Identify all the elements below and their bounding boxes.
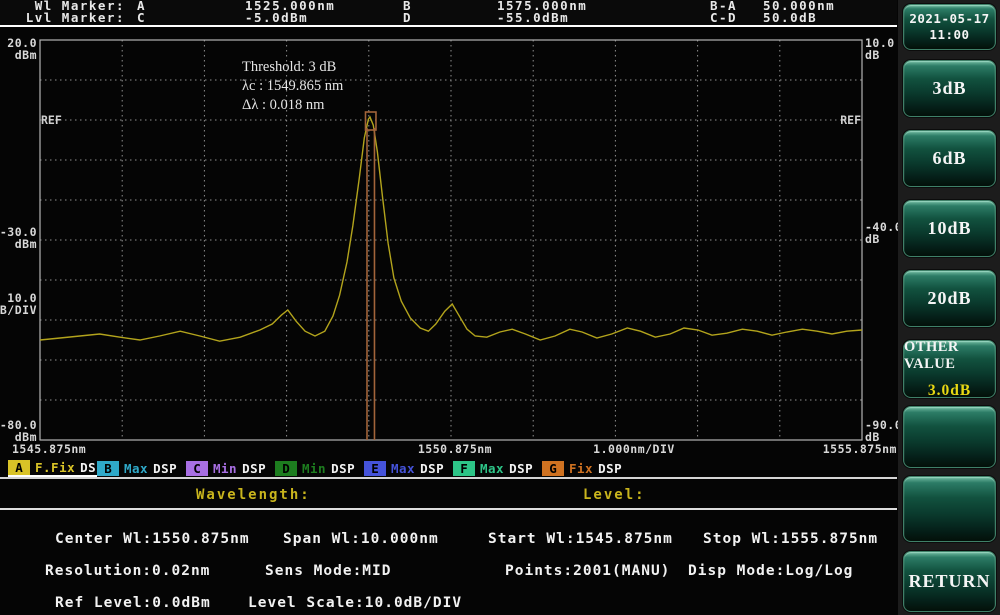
lvl-marker-label: Lvl Marker: [0,12,137,24]
trace-a-swatch: A [8,460,30,475]
yaxis-right-top-unit: dB [865,48,880,62]
softkey-6db[interactable]: 6dB [903,130,996,187]
trace-f-mode: Max [480,461,504,476]
marker-c-key: C [137,12,245,24]
legend-separator [0,477,897,479]
annotation-delta-lambda: Δλ : 0.018 nm [242,97,325,113]
softkey-10db[interactable]: 10dB [903,200,996,257]
marker-d-value: -55.0dBm [497,12,710,24]
wavelength-section-label: Wavelength: [196,487,311,503]
trace-g-dsp: DSP [598,461,622,476]
softkey-return[interactable]: RETURN [903,551,996,612]
trace-d-dsp: DSP [331,461,355,476]
trace-a-selector[interactable]: A F.Fix DSP [8,459,97,477]
trace-c-mode: Min [213,461,237,476]
trace-f-swatch: F [453,461,475,476]
level-section-label: Level: [583,487,646,503]
lvl-marker-row: Lvl Marker: C -5.0dBm D -55.0dBm C-D 50.… [0,12,897,24]
marker-cd-value: 50.0dB [763,12,897,24]
trace-g-swatch: G [542,461,564,476]
trace-c-swatch: C [186,461,208,476]
trace-a-mode: F.Fix [35,460,75,475]
softkey-20db[interactable]: 20dB [903,270,996,327]
marker-cd-key: C-D [710,12,763,24]
trace-d-mode: Min [302,461,326,476]
trace-d-selector[interactable]: D Min DSP [275,459,364,477]
time-text: 11:00 [929,27,969,43]
disp-mode-readout: Disp Mode:Log/Log [688,563,853,579]
start-wl-readout: Start Wl:1545.875nm [488,531,673,547]
trace-c-dsp: DSP [242,461,266,476]
annotation-threshold: Threshold: 3 dB [242,59,336,75]
date-text: 2021-05-17 [909,11,989,27]
softkey-blank-1[interactable] [903,406,996,468]
spectrum-plot: 20.0 dBm -30.0 dBm 10.0 dB/DIV -80.0 dBm… [0,30,900,458]
softkey-sidebar: 2021-05-17 11:00 3dB 6dB 10dB 20dB OTHER… [898,0,1000,615]
marker-a-key: A [137,0,245,12]
marker-readout-bar: Wl Marker: A 1525.000nm B 1575.000nm B-A… [0,0,897,25]
marker-d-key: D [403,12,497,24]
ref-level-readout: Ref Level:0.0dBm [55,595,211,611]
trace-e-swatch: E [364,461,386,476]
xaxis-stop: 1555.875nm [823,442,897,456]
resolution-readout: Resolution:0.02nm [45,563,210,579]
yaxis-left-mid-unit: dBm [15,237,37,251]
trace-g-selector[interactable]: G Fix DSP [542,459,631,477]
trace-g-mode: Fix [569,461,593,476]
trace-e-mode: Max [391,461,415,476]
xaxis-start: 1545.875nm [12,442,86,456]
ref-label-right: REF [840,113,861,127]
trace-b-selector[interactable]: B Max DSP [97,459,186,477]
xaxis-scale: 1.000nm/DIV [593,442,675,456]
level-scale-readout: Level Scale:10.0dB/DIV [248,595,462,611]
yaxis-left-top-unit: dBm [15,48,37,62]
trace-b-mode: Max [124,461,148,476]
annotation-lambda-c: λc : 1549.865 nm [242,78,344,94]
yaxis-left-scale-unit: dB/DIV [0,303,37,317]
spectrum-plot-svg: 20.0 dBm -30.0 dBm 10.0 dB/DIV -80.0 dBm… [0,30,900,458]
trace-b-dsp: DSP [153,461,177,476]
ref-label-left: REF [41,113,62,127]
trace-c-selector[interactable]: C Min DSP [186,459,275,477]
span-wl-readout: Span Wl:10.000nm [283,531,439,547]
softkey-other-value[interactable]: OTHER VALUE 3.0dB [903,340,996,398]
center-wl-readout: Center Wl:1550.875nm [55,531,250,547]
stop-wl-readout: Stop Wl:1555.875nm [703,531,878,547]
trace-f-selector[interactable]: F Max DSP [453,459,542,477]
peak-marker-lines [365,112,375,440]
trace-b-swatch: B [97,461,119,476]
softkey-blank-2[interactable] [903,476,996,542]
softkey-3db[interactable]: 3dB [903,60,996,117]
osa-screen: Wl Marker: A 1525.000nm B 1575.000nm B-A… [0,0,1000,615]
trace-legend: A F.Fix DSP B Max DSP C Min DSP D Min DS… [8,459,631,477]
trace-f-dsp: DSP [509,461,533,476]
trace-e-selector[interactable]: E Max DSP [364,459,453,477]
sens-mode-readout: Sens Mode:MID [265,563,392,579]
yaxis-right-mid-unit: dB [865,232,880,246]
grid-lines [40,40,862,440]
marker-b-key: B [403,0,497,12]
topbar-separator [0,25,897,27]
other-value-label: OTHER VALUE [904,339,995,373]
header-separator [0,508,897,510]
xaxis-center: 1550.875nm [418,442,492,456]
marker-c-value: -5.0dBm [245,12,403,24]
points-readout: Points:2001(MANU) [505,563,670,579]
trace-d-swatch: D [275,461,297,476]
trace-e-dsp: DSP [420,461,444,476]
datetime-button[interactable]: 2021-05-17 11:00 [903,4,996,50]
other-value-amount: 3.0dB [928,382,971,400]
